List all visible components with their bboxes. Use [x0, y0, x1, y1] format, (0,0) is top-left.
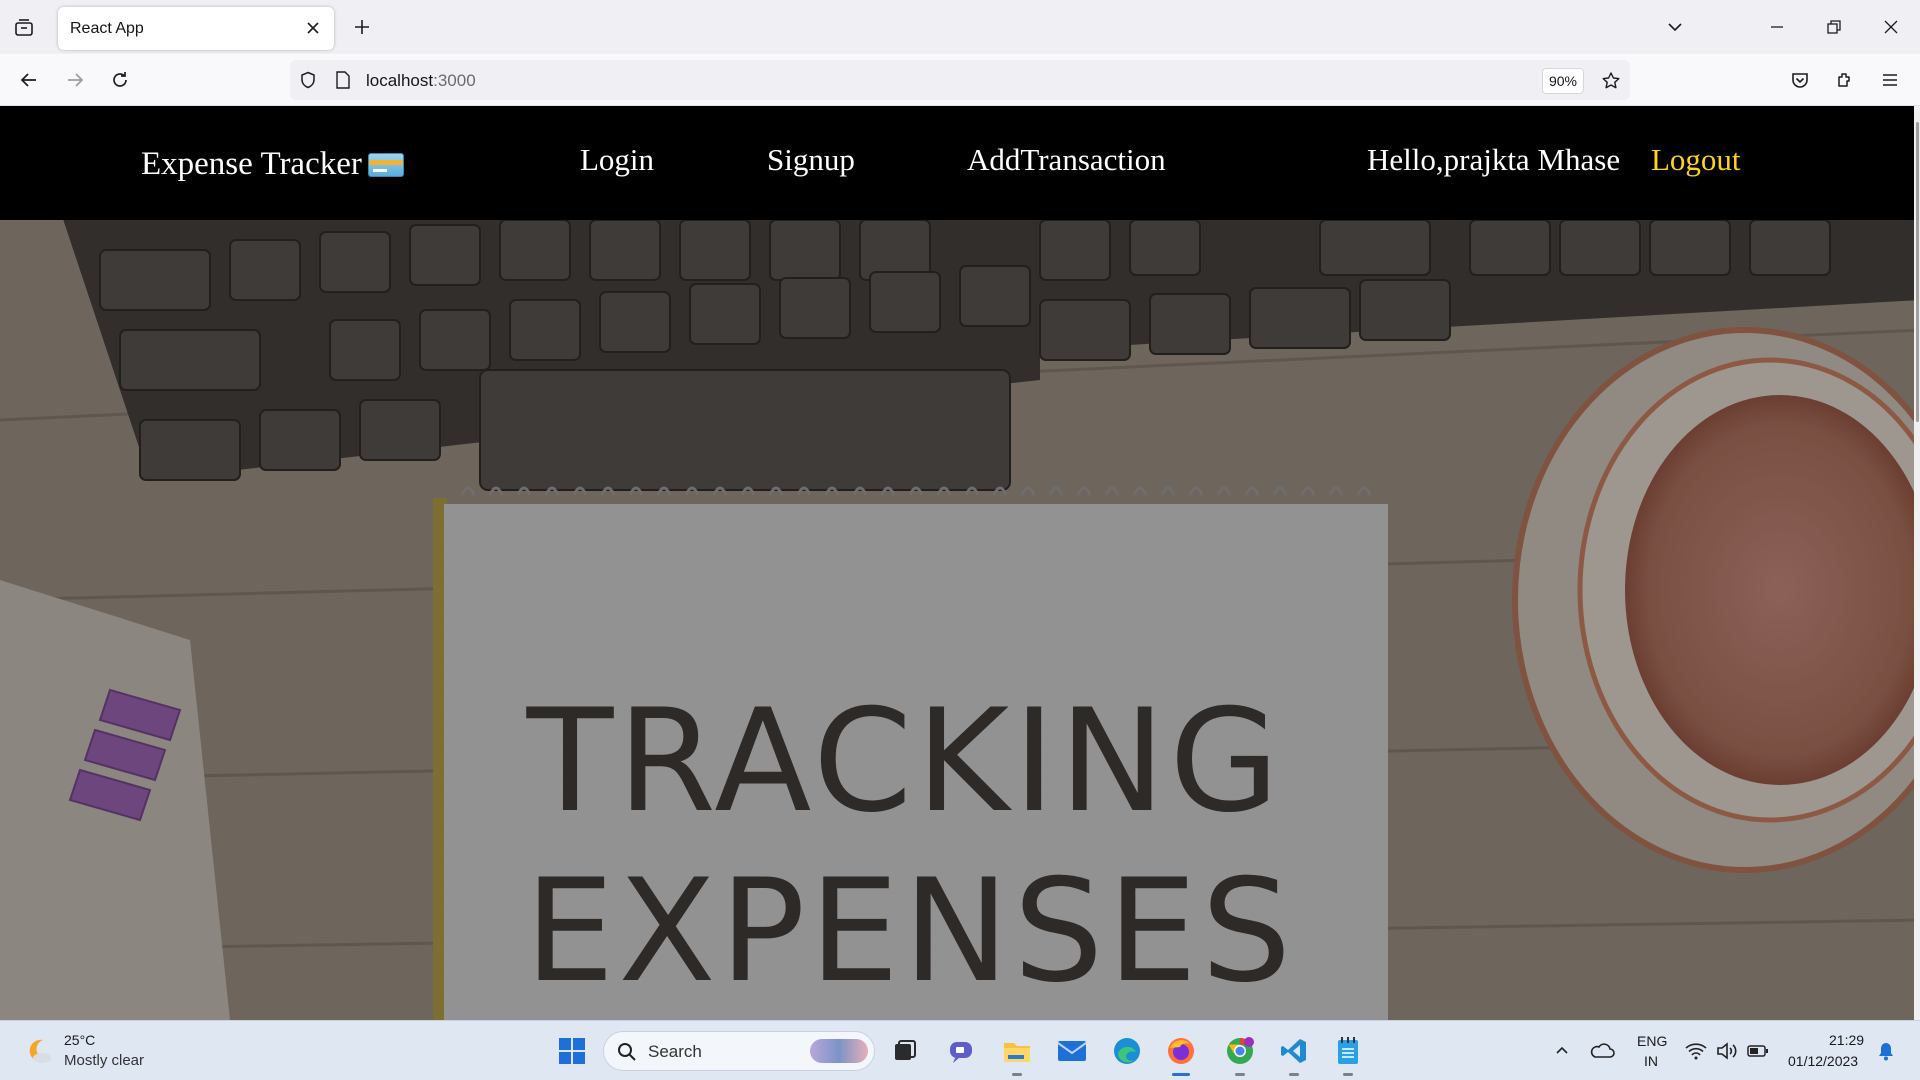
teams-chat-icon[interactable] [943, 1033, 979, 1069]
credit-card-icon [367, 153, 404, 177]
url-host: localhost [366, 71, 434, 90]
close-tab-icon[interactable] [302, 17, 324, 39]
page-icon[interactable] [332, 69, 354, 91]
clock-date[interactable]: 01/12/2023 [1788, 1053, 1858, 1069]
forward-icon[interactable] [62, 67, 88, 93]
hero-background-image: TRACKING EXPENSES [0, 220, 1920, 1020]
pocket-icon[interactable] [1787, 67, 1813, 93]
hero-illustration: TRACKING EXPENSES [0, 220, 1920, 1020]
brand-title: Expense Tracker [141, 146, 362, 182]
running-indicator [1235, 1073, 1245, 1076]
chevron-down-icon[interactable] [1662, 14, 1688, 40]
scrollbar-thumb[interactable] [1916, 122, 1919, 422]
nav-signup-link[interactable]: Signup [767, 142, 855, 178]
address-bar[interactable]: localhost:3000 90% [290, 60, 1630, 100]
notepad-icon[interactable] [1330, 1033, 1366, 1076]
mail-icon[interactable] [1054, 1033, 1090, 1069]
new-tab-icon[interactable] [349, 14, 375, 40]
extensions-icon[interactable] [1832, 67, 1858, 93]
url-port: :3000 [433, 71, 476, 90]
page-scrollbar[interactable] [1914, 106, 1920, 1020]
running-indicator [1012, 1073, 1022, 1076]
tab-title: React App [70, 20, 144, 37]
shield-icon[interactable] [297, 69, 319, 91]
clock-time[interactable]: 21:29 [1829, 1032, 1864, 1048]
app-navbar: Expense Tracker Login Signup AddTransact… [0, 106, 1920, 220]
edge-browser-icon[interactable] [1109, 1033, 1145, 1069]
menu-icon[interactable] [1877, 67, 1903, 93]
url-text[interactable]: localhost:3000 [366, 71, 476, 91]
taskbar: 25°C Mostly clear Search ENG IN 21:29 01… [0, 1020, 1920, 1080]
running-indicator [1289, 1073, 1299, 1076]
task-view-icon[interactable] [887, 1033, 923, 1069]
brand-logo[interactable]: Expense Tracker [141, 146, 404, 183]
nav-login-link[interactable]: Login [580, 142, 654, 178]
weather-description[interactable]: Mostly clear [64, 1052, 144, 1069]
nav-add-transaction-link[interactable]: AddTransaction [967, 142, 1166, 178]
browser-toolbar: localhost:3000 90% [0, 54, 1920, 106]
taskbar-search-box[interactable]: Search [603, 1031, 875, 1071]
battery-icon[interactable] [1740, 1033, 1776, 1069]
tab-list-icon[interactable] [12, 16, 36, 40]
minimize-icon[interactable] [1764, 14, 1790, 40]
search-highlight-image [810, 1039, 868, 1063]
restore-icon[interactable] [1821, 14, 1847, 40]
firefox-icon[interactable] [1163, 1033, 1199, 1076]
windows-start-icon[interactable] [554, 1033, 590, 1069]
close-window-icon[interactable] [1878, 14, 1904, 40]
file-explorer-icon[interactable] [999, 1033, 1035, 1076]
search-icon [616, 1041, 638, 1063]
active-window-indicator [1172, 1073, 1190, 1076]
search-label: Search [648, 1042, 702, 1061]
nav-logout-link[interactable]: Logout [1651, 142, 1741, 178]
reload-icon[interactable] [107, 67, 133, 93]
bookmark-star-icon[interactable] [1598, 68, 1624, 94]
weather-temperature[interactable]: 25°C [64, 1032, 95, 1048]
browser-tab[interactable]: React App [58, 7, 334, 50]
running-indicator [1343, 1073, 1353, 1076]
zoom-level-badge[interactable]: 90% [1542, 68, 1584, 94]
back-icon[interactable] [16, 67, 42, 93]
input-language[interactable]: ENG [1637, 1033, 1667, 1049]
notification-bell-icon[interactable] [1868, 1033, 1904, 1069]
page-viewport: Expense Tracker Login Signup AddTransact… [0, 106, 1920, 1020]
browser-tab-bar: React App [0, 0, 1920, 54]
user-greeting: Hello,prajkta Mhase [1367, 142, 1621, 177]
chevron-up-icon[interactable] [1544, 1033, 1580, 1069]
weather-moon-icon[interactable] [20, 1033, 56, 1069]
vscode-icon[interactable] [1276, 1033, 1312, 1076]
chrome-profile-icon[interactable] [1222, 1033, 1258, 1076]
onedrive-sync-icon[interactable] [1584, 1033, 1620, 1069]
input-region[interactable]: IN [1644, 1053, 1658, 1069]
